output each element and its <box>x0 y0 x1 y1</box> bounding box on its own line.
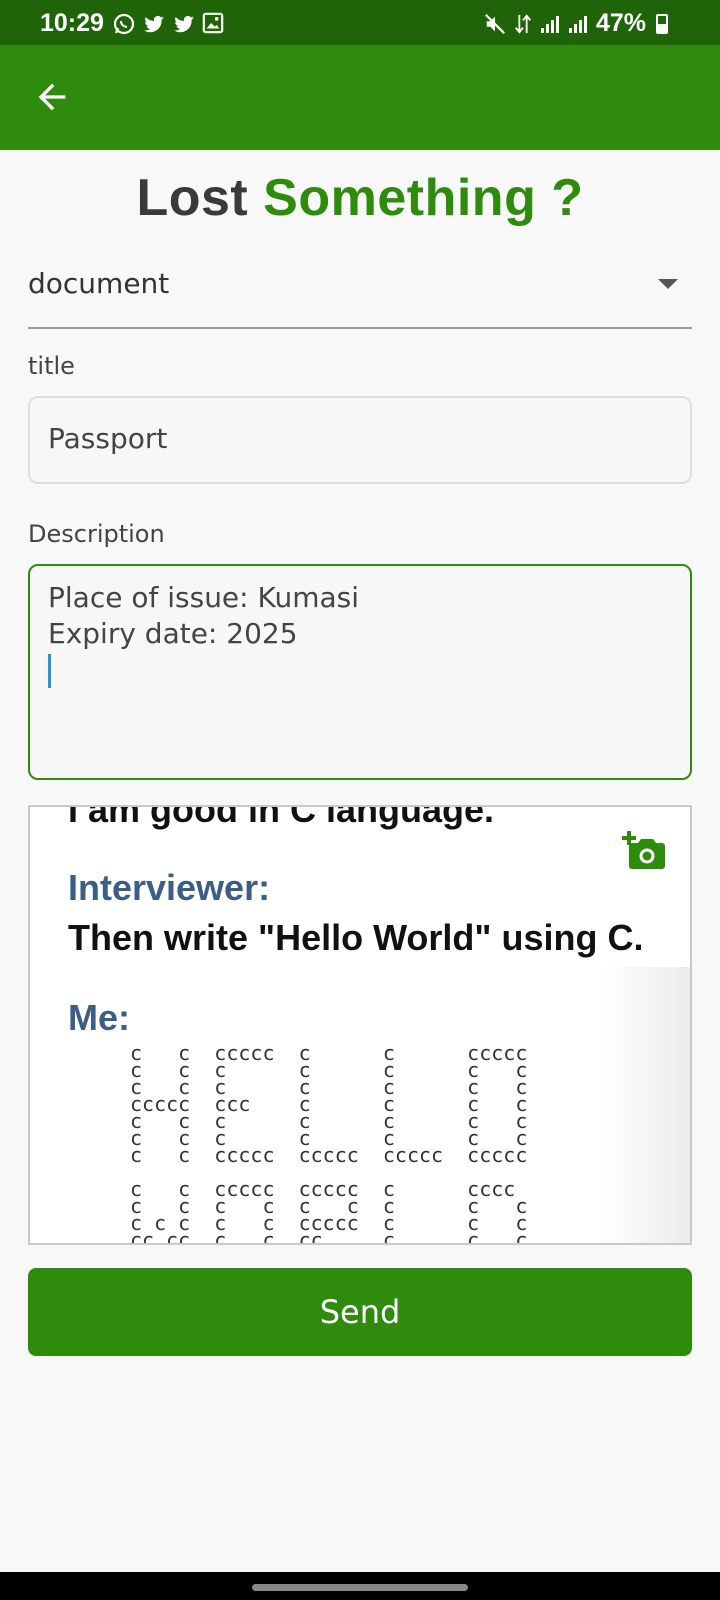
description-line: Place of issue: Kumasi <box>48 581 360 614</box>
whatsapp-icon <box>113 13 135 35</box>
description-label: Description <box>28 520 165 548</box>
category-selected-value: document <box>28 267 170 300</box>
home-gesture-pill[interactable] <box>252 1584 468 1591</box>
ascii-art: c c ccccc c c ccccc c c c c c c c c c c … <box>130 1041 528 1245</box>
twitter-icon <box>174 16 194 33</box>
image-text-line: I am good in C language. <box>68 805 495 830</box>
system-nav-bar <box>0 1572 720 1600</box>
data-arrows-icon <box>514 13 532 34</box>
page-title-part1: Lost <box>136 169 249 227</box>
text-cursor <box>48 654 51 688</box>
description-input[interactable]: Place of issue: Kumasi Expiry date: 2025 <box>28 564 692 780</box>
app-bar <box>0 45 720 150</box>
mute-icon <box>485 13 505 34</box>
title-label: title <box>28 352 75 380</box>
status-right: 47% <box>484 9 668 38</box>
description-line: Expiry date: 2025 <box>48 617 298 650</box>
signal-icon <box>568 15 587 33</box>
image-icon <box>202 12 224 34</box>
page-title: Lost Something ? <box>0 168 720 228</box>
arrow-left-icon[interactable] <box>32 77 72 117</box>
battery-icon <box>656 13 668 34</box>
image-text-line: Me: <box>68 997 130 1038</box>
battery-percent: 47% <box>595 9 646 37</box>
status-time: 10:29 <box>40 9 104 37</box>
image-text-line: Then write "Hello World" using C. <box>68 917 644 958</box>
notification-icons <box>112 12 224 36</box>
image-preview[interactable]: I am good in C language. Interviewer: Th… <box>28 805 692 1245</box>
dropdown-arrow-icon <box>658 279 678 289</box>
title-input[interactable]: Passport <box>28 396 692 484</box>
twitter-icon <box>144 16 164 33</box>
signal-icon <box>540 15 559 33</box>
title-input-value: Passport <box>48 422 168 455</box>
status-bar: 10:29 47% <box>0 0 720 45</box>
page-title-part2: Something ? <box>263 169 584 227</box>
category-dropdown[interactable]: document <box>28 255 692 329</box>
add-a-photo-icon[interactable] <box>620 829 666 871</box>
attached-image: I am good in C language. Interviewer: Th… <box>30 807 690 1243</box>
image-text-line: Interviewer: <box>68 867 271 908</box>
send-button[interactable]: Send <box>28 1268 692 1356</box>
